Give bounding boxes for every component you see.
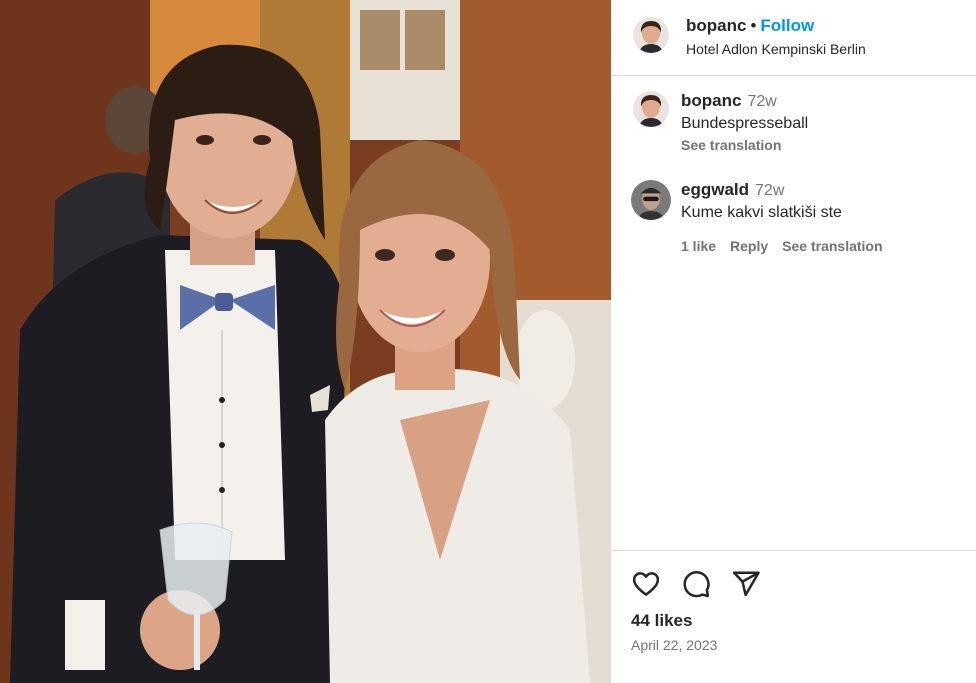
post-actions: 44 likes April 22, 2023 xyxy=(611,550,976,683)
comment-time[interactable]: 72w xyxy=(755,182,784,199)
post-header: bopanc • Follow Hotel Adlon Kempinski Berl… xyxy=(611,0,976,76)
comment-header: bopanc 72w xyxy=(681,91,777,111)
header-username[interactable]: bopanc xyxy=(686,16,746,35)
comment-header: eggwald 72w xyxy=(681,180,784,200)
comment-likes[interactable]: 1 like xyxy=(681,238,716,254)
comment-icon[interactable] xyxy=(681,569,711,599)
reply-button[interactable]: Reply xyxy=(730,238,768,254)
photo-illustration xyxy=(0,0,611,683)
share-icon[interactable] xyxy=(731,569,761,599)
comment-time[interactable]: 72w xyxy=(747,93,776,110)
header-user-line: bopanc • Follow xyxy=(686,16,814,36)
post-photo[interactable] xyxy=(0,0,611,683)
post-date[interactable]: April 22, 2023 xyxy=(631,637,717,653)
likes-count[interactable]: 44 likes xyxy=(631,611,692,631)
comment-text: Kume kakvi slatkiši ste xyxy=(681,204,842,221)
avatar-image xyxy=(631,180,671,220)
avatar[interactable] xyxy=(633,91,669,127)
avatar[interactable] xyxy=(633,17,669,53)
comment-text: Bundespresseball xyxy=(681,115,809,132)
see-translation-link[interactable]: See translation xyxy=(681,137,781,153)
post-sidebar: bopanc • Follow Hotel Adlon Kempinski Berl… xyxy=(611,0,976,683)
heart-icon[interactable] xyxy=(631,569,661,599)
comment-username[interactable]: bopanc xyxy=(681,91,741,110)
avatar[interactable] xyxy=(631,180,671,220)
separator-dot: • xyxy=(750,16,757,35)
avatar-image xyxy=(633,91,669,127)
comment-username[interactable]: eggwald xyxy=(681,180,749,199)
see-translation-link[interactable]: See translation xyxy=(782,238,882,254)
avatar-image xyxy=(633,17,669,53)
location-link[interactable]: Hotel Adlon Kempinski Berlin xyxy=(686,41,866,57)
comment-meta: 1 like Reply See translation xyxy=(681,238,897,254)
follow-button[interactable]: Follow xyxy=(760,16,814,35)
